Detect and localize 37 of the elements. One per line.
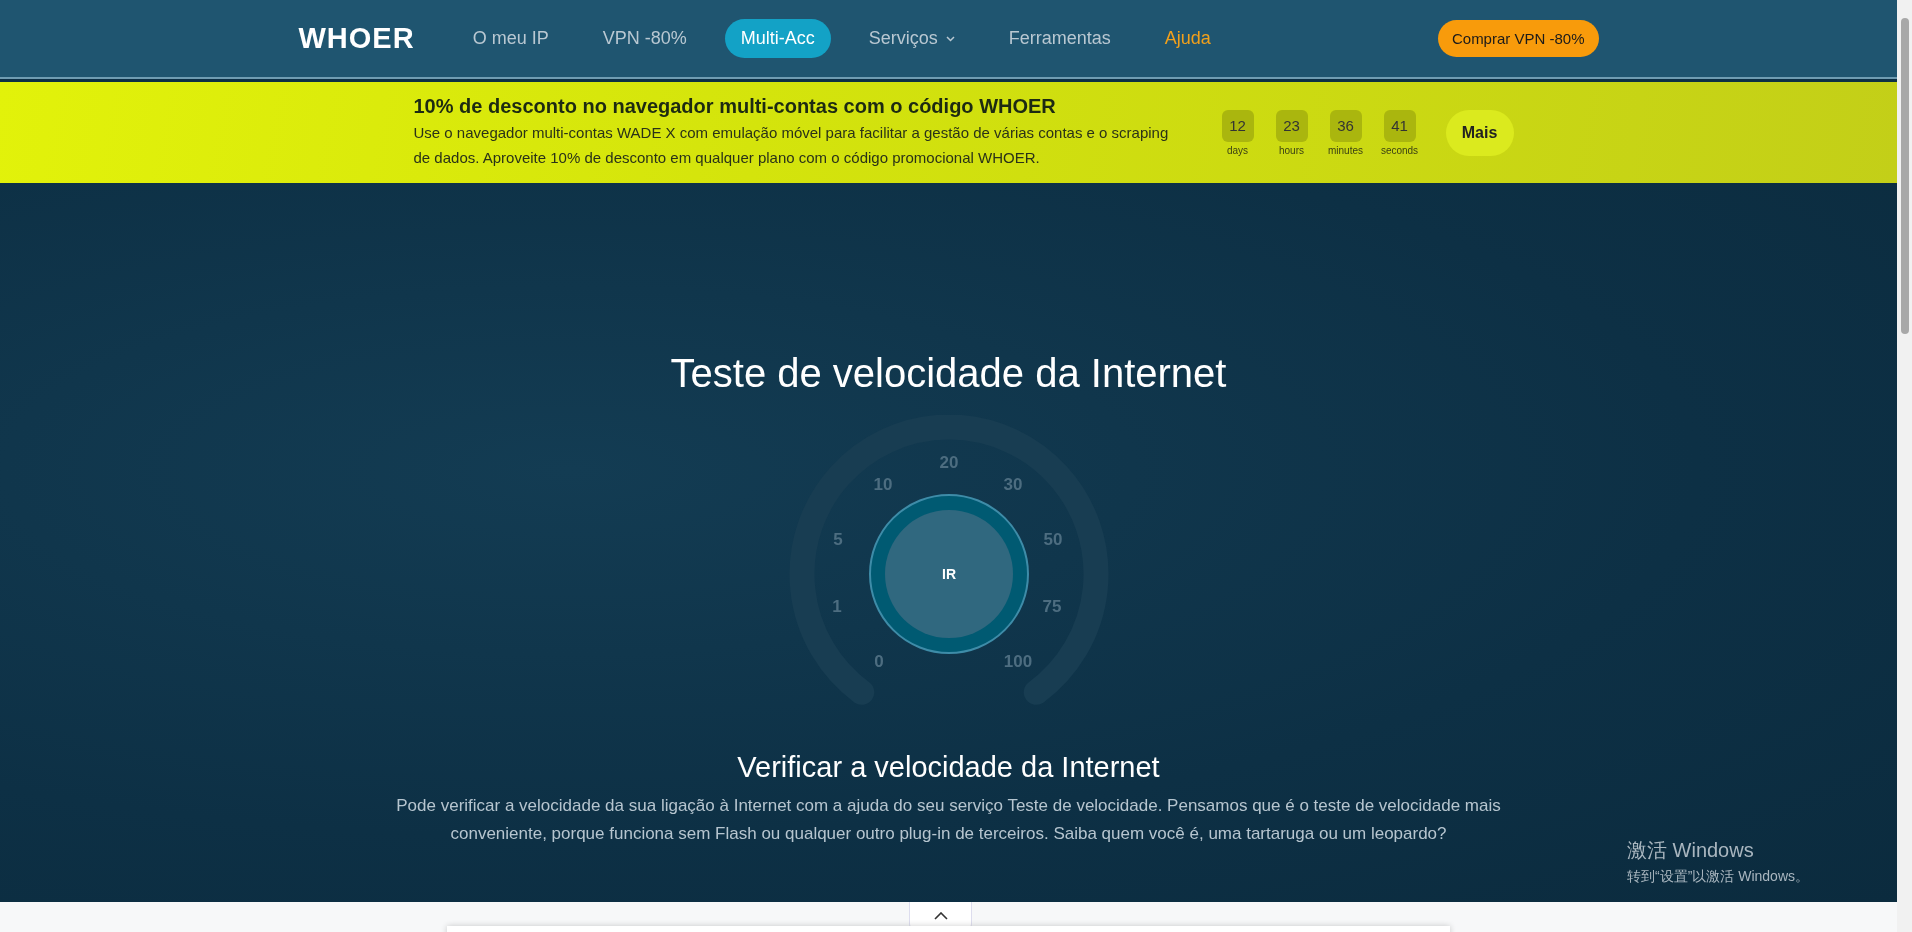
countdown-value: 41 — [1383, 109, 1416, 142]
gauge-scale-label: 100 — [1003, 652, 1032, 671]
banner-title: 10% de desconto no navegador multi-contas com o código WHOER — [413, 95, 1057, 118]
logo[interactable]: WHOER — [298, 22, 415, 55]
nav-link[interactable]: VPN -80% — [586, 19, 703, 58]
countdown-value: 12 — [1221, 109, 1254, 142]
gauge-scale-label: 75 — [1042, 597, 1061, 616]
gauge-scale-label: 20 — [939, 453, 958, 472]
gauge-scale-label: 0 — [873, 652, 884, 671]
banner-description: Use o navegador multi-contas WADE X com emulação móvel para facilitar a gestão de várias contas e o scraping de dados. Aproveite 10% de desconto em qualquer plano com o código promocional WHOER. — [413, 123, 1170, 168]
activation-subtitle: 转到“设置”以激活 Windows。 — [1627, 868, 1809, 886]
gauge-scale-label: 5 — [832, 530, 843, 549]
chevron-up-icon — [933, 911, 948, 920]
more-button[interactable]: Mais — [1445, 109, 1514, 156]
gauge-scale-label: 1 — [831, 597, 842, 616]
gauge-scale-label: 50 — [1043, 530, 1062, 549]
countdown-value: 23 — [1275, 109, 1308, 142]
nav-link[interactable]: Ferramentas — [992, 19, 1127, 58]
scrollbar[interactable] — [1897, 0, 1912, 932]
activation-title: 激活 Windows — [1627, 838, 1755, 863]
section-paragraph: Pode verificar a velocidade da sua ligação à Internet com a ajuda do seu serviço Teste de velocidade. Pensamos que é o teste de velocidade mais conveniente, porque funciona sem Flash ou qualquer outro plug-in de terceiros. Saiba quem você é, uma tartaruga ou um leopardo? — [395, 795, 1502, 845]
nav-link[interactable]: Ajuda — [1148, 19, 1227, 58]
countdown-label: days — [1226, 144, 1249, 156]
countdown-label: minutes — [1328, 144, 1363, 156]
countdown-value: 36 — [1329, 109, 1362, 142]
gauge-scale-label: 30 — [1003, 475, 1022, 494]
gauge-scale-label: 10 — [873, 475, 892, 494]
nav-link[interactable]: Multi-Acc — [724, 19, 831, 58]
caret-icon — [945, 35, 955, 42]
countdown-label: seconds — [1380, 144, 1419, 156]
buy-vpn-button[interactable]: Comprar VPN -80% — [1437, 20, 1599, 57]
countdown-label: hours — [1279, 144, 1304, 156]
page-title: Teste de velocidade da Internet — [670, 350, 1227, 397]
section-heading: Verificar a velocidade da Internet — [737, 751, 1160, 784]
go-button[interactable]: IR — [868, 494, 1029, 654]
nav-link[interactable]: O meu IP — [456, 19, 565, 58]
nav-link[interactable]: Serviços — [852, 19, 971, 58]
